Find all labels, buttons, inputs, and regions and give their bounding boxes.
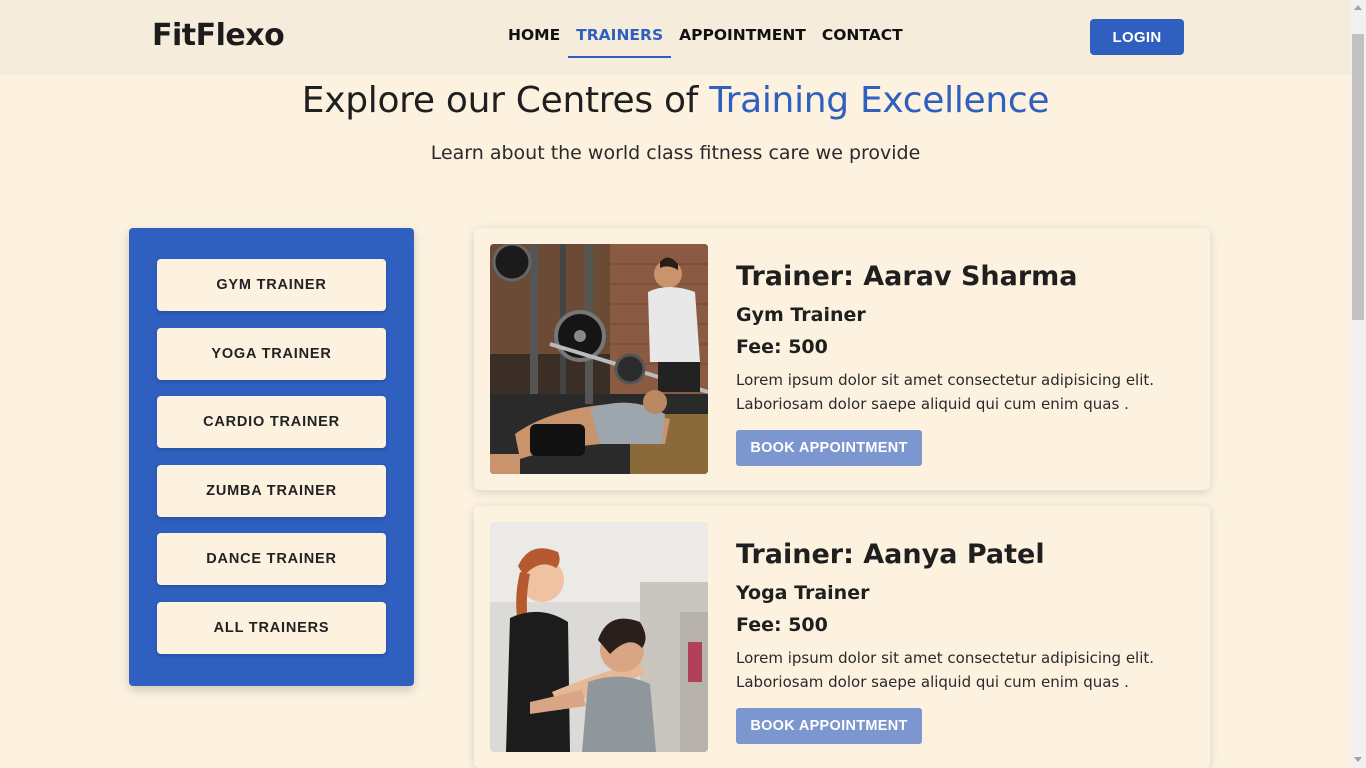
page-subtitle: Learn about the world class fitness care… — [430, 142, 921, 164]
page-title-plain: Explore our Centres of — [301, 80, 710, 121]
nav-links: HOME TRAINERS APPOINTMENT CONTACT — [500, 0, 911, 73]
nav-link-home[interactable]: HOME — [500, 0, 568, 58]
trainer-name: Trainer: Aanya Patel — [736, 539, 1045, 570]
category-zumba-trainer-button[interactable]: ZUMBA TRAINER — [157, 465, 386, 517]
category-cardio-trainer-button[interactable]: CARDIO TRAINER — [157, 396, 386, 448]
trainer-description: Lorem ipsum dolor sit amet consectetur a… — [736, 371, 1155, 413]
navbar: FitFlexo HOME TRAINERS APPOINTMENT CONTA… — [0, 0, 1351, 73]
trainer-photo-gym — [490, 244, 708, 474]
page-title: Explore our Centres of Training Excellen… — [0, 80, 1351, 121]
trainer-card: Trainer: Aarav Sharma Gym Trainer Fee: 5… — [474, 228, 1210, 490]
category-gym-trainer-button[interactable]: GYM TRAINER — [157, 259, 386, 311]
trainer-fee: Fee: 500 — [736, 614, 828, 636]
nav-link-contact[interactable]: CONTACT — [814, 0, 911, 58]
nav-link-appointment[interactable]: APPOINTMENT — [671, 0, 814, 58]
trainer-specialty: Gym Trainer — [736, 304, 866, 326]
trainer-specialty: Yoga Trainer — [736, 582, 870, 604]
trainer-name: Trainer: Aarav Sharma — [736, 261, 1078, 292]
book-appointment-button[interactable]: BOOK APPOINTMENT — [736, 430, 922, 466]
trainer-description: Lorem ipsum dolor sit amet consectetur a… — [736, 649, 1155, 691]
login-button[interactable]: LOGIN — [1090, 19, 1184, 55]
nav-link-trainers[interactable]: TRAINERS — [568, 0, 672, 58]
trainer-photo-yoga — [490, 522, 708, 752]
trainer-fee: Fee: 500 — [736, 336, 828, 358]
trainer-category-sidebar: GYM TRAINER YOGA TRAINER CARDIO TRAINER … — [129, 228, 414, 686]
scroll-up-arrow-icon[interactable] — [1354, 5, 1362, 10]
trainer-card: Trainer: Aanya Patel Yoga Trainer Fee: 5… — [474, 506, 1210, 768]
category-yoga-trainer-button[interactable]: YOGA TRAINER — [157, 328, 386, 380]
scroll-down-arrow-icon[interactable] — [1354, 757, 1362, 762]
category-all-trainers-button[interactable]: ALL TRAINERS — [157, 602, 386, 654]
scrollbar-thumb[interactable] — [1352, 34, 1364, 320]
page-title-accent: Training Excellence — [709, 80, 1050, 121]
book-appointment-button[interactable]: BOOK APPOINTMENT — [736, 708, 922, 744]
brand-logo[interactable]: FitFlexo — [152, 18, 285, 53]
category-dance-trainer-button[interactable]: DANCE TRAINER — [157, 533, 386, 585]
